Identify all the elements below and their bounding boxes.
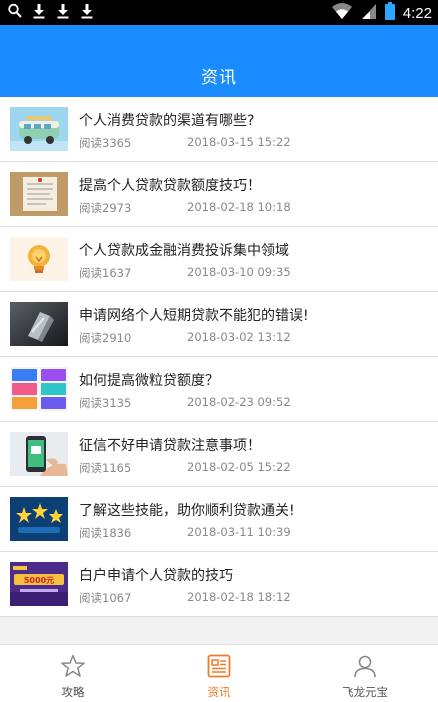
list-item[interactable]: 个人贷款成金融消费投诉集中领域 阅读1637 2018-03-10 09:35 xyxy=(0,227,438,292)
search-icon xyxy=(8,3,22,23)
star-icon xyxy=(61,654,85,678)
article-thumbnail xyxy=(10,497,68,541)
tab-profile[interactable]: 飞龙元宝 xyxy=(292,645,438,702)
list-item[interactable]: 申请网络个人短期贷款不能犯的错误! 阅读2910 2018-03-02 13:1… xyxy=(0,292,438,357)
article-list: 个人消费贷款的渠道有哪些? 阅读3365 2018-03-15 15:22 提高… xyxy=(0,97,438,617)
publish-date: 2018-02-05 15:22 xyxy=(187,460,291,474)
publish-date: 2018-02-23 09:52 xyxy=(187,395,291,409)
article-title: 白户申请个人贷款的技巧 xyxy=(79,568,233,584)
article-title: 了解这些技能，助你顺利贷款通关! xyxy=(79,503,295,519)
article-thumbnail xyxy=(10,107,68,151)
tab-label: 飞龙元宝 xyxy=(342,685,388,699)
read-count: 阅读1165 xyxy=(79,461,132,475)
read-count: 阅读3135 xyxy=(79,396,132,410)
tab-news[interactable]: 资讯 xyxy=(146,645,292,702)
article-thumbnail xyxy=(10,302,68,346)
article-thumbnail xyxy=(10,367,68,411)
tab-label: 攻略 xyxy=(61,685,85,699)
tab-label: 资讯 xyxy=(207,685,231,699)
article-thumbnail: 5000元 xyxy=(10,562,68,606)
publish-date: 2018-03-02 13:12 xyxy=(187,330,291,344)
publish-date: 2018-02-18 18:12 xyxy=(187,590,291,604)
download-icon xyxy=(80,3,94,23)
thumbnail-banner-text: 5000元 xyxy=(24,576,54,585)
publish-date: 2018-03-11 10:39 xyxy=(187,525,291,539)
article-title: 征信不好申请贷款注意事项！ xyxy=(79,438,261,454)
article-thumbnail xyxy=(10,172,68,216)
article-title: 个人贷款成金融消费投诉集中领域 xyxy=(79,243,289,259)
download-icon xyxy=(56,3,70,23)
read-count: 阅读3365 xyxy=(79,136,132,150)
status-bar: 4:22 xyxy=(0,0,438,25)
article-thumbnail xyxy=(10,237,68,281)
tab-guide[interactable]: 攻略 xyxy=(0,645,146,702)
read-count: 阅读1067 xyxy=(79,591,132,605)
app-header: 资讯 xyxy=(0,25,438,97)
list-item[interactable]: 个人消费贷款的渠道有哪些? 阅读3365 2018-03-15 15:22 xyxy=(0,97,438,162)
read-count: 阅读1637 xyxy=(79,266,132,280)
page-title: 资讯 xyxy=(201,68,237,88)
battery-icon xyxy=(384,2,395,24)
article-title: 个人消费贷款的渠道有哪些? xyxy=(79,113,255,129)
list-item[interactable]: 如何提高微粒贷额度？ 阅读3135 2018-02-23 09:52 xyxy=(0,357,438,422)
wifi-icon xyxy=(331,2,353,24)
download-icon xyxy=(32,3,46,23)
article-title: 申请网络个人短期贷款不能犯的错误! xyxy=(79,308,309,324)
user-icon xyxy=(353,654,377,678)
list-item[interactable]: 征信不好申请贷款注意事项！ 阅读1165 2018-02-05 15:22 xyxy=(0,422,438,487)
read-count: 阅读1836 xyxy=(79,526,132,540)
news-icon xyxy=(207,654,231,678)
list-item[interactable]: 5000元 白户申请个人贷款的技巧 阅读1067 2018-02-18 18:1… xyxy=(0,552,438,617)
publish-date: 2018-03-10 09:35 xyxy=(187,265,291,279)
article-thumbnail xyxy=(10,432,68,476)
list-item[interactable]: 了解这些技能，助你顺利贷款通关! 阅读1836 2018-03-11 10:39 xyxy=(0,487,438,552)
list-item[interactable]: 提高个人贷款贷款额度技巧！ 阅读2973 2018-02-18 10:18 xyxy=(0,162,438,227)
article-title: 提高个人贷款贷款额度技巧！ xyxy=(79,178,261,194)
publish-date: 2018-02-18 10:18 xyxy=(187,200,291,214)
signal-icon xyxy=(361,2,377,24)
article-title: 如何提高微粒贷额度？ xyxy=(79,373,219,389)
read-count: 阅读2973 xyxy=(79,201,132,215)
bottom-tab-bar: 攻略 资讯 飞龙元宝 xyxy=(0,644,438,702)
clock-time: 4:22 xyxy=(402,4,432,22)
read-count: 阅读2910 xyxy=(79,331,132,345)
publish-date: 2018-03-15 15:22 xyxy=(187,135,291,149)
